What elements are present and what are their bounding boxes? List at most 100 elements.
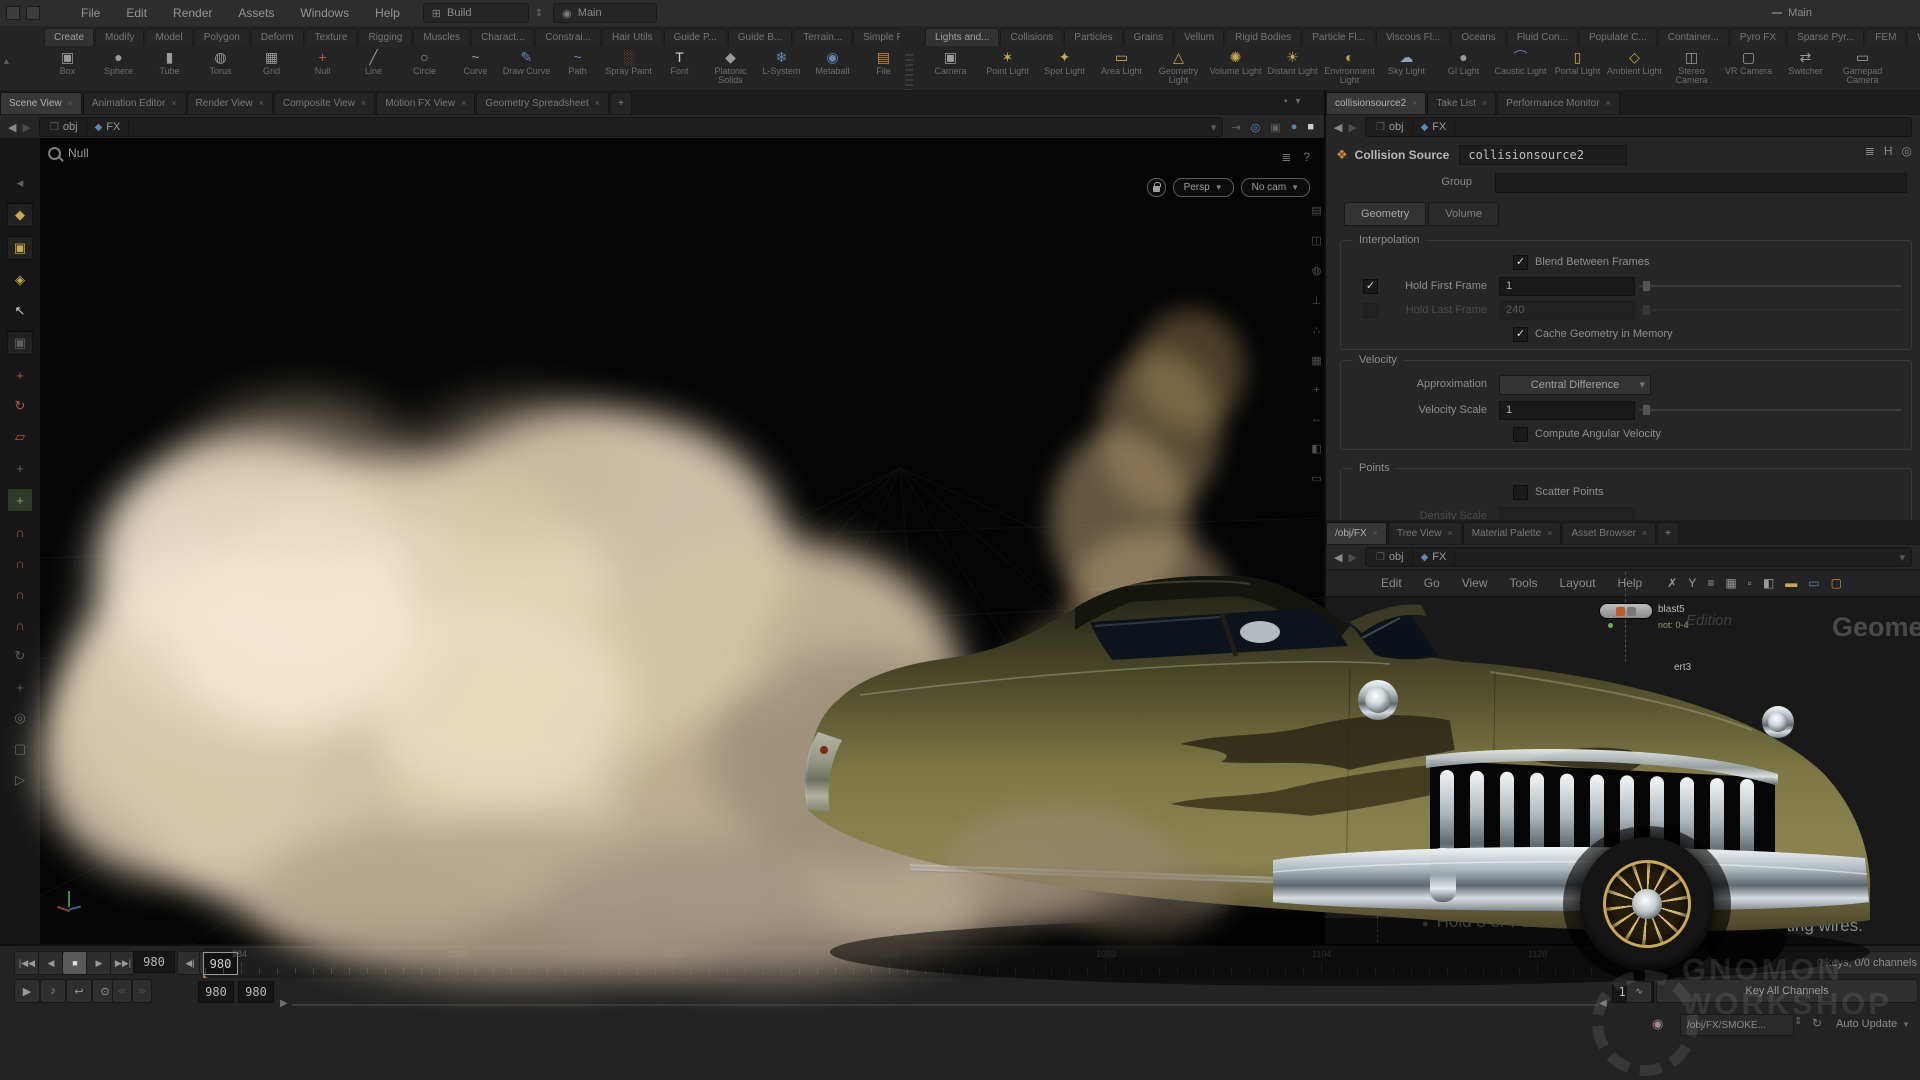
hold-badge[interactable]: H — [1884, 144, 1893, 158]
brain-icon[interactable]: ◉ — [1652, 1016, 1663, 1032]
shelf-tab[interactable]: Collisions — [1000, 28, 1063, 46]
shelf-tab[interactable]: Fluid Con... — [1507, 28, 1578, 46]
key-all-channels-button[interactable]: Key All Channels — [1656, 979, 1918, 1003]
approximation-dropdown[interactable]: Central Difference — [1499, 375, 1651, 395]
shelf-tool[interactable]: ▣ Box — [42, 47, 93, 89]
shelf-tool[interactable]: ~ Curve — [450, 47, 501, 89]
shelf-collapse-icon[interactable]: ▲ — [2, 56, 11, 66]
shelf-tool[interactable]: ◆ Platonic Solids — [705, 47, 756, 89]
pane-tab[interactable]: Scene View× — [0, 92, 82, 114]
pane-tab[interactable]: + — [1657, 522, 1679, 544]
close-icon[interactable]: × — [1547, 523, 1552, 544]
snapshot-icon[interactable]: ▢ — [8, 738, 32, 760]
shelf-tool[interactable]: ▣ Camera — [922, 47, 979, 89]
pane-swatch-icon[interactable]: ▪ — [1284, 96, 1288, 107]
shelf-tab[interactable]: Rigid Bodies — [1225, 28, 1301, 46]
shelf-tool[interactable]: ◐ Environment Light — [1321, 47, 1378, 89]
shelf-tab[interactable]: Lights and... — [925, 28, 999, 46]
shelf-tool[interactable]: ~ Path — [552, 47, 603, 89]
hold-first-slider[interactable] — [1639, 285, 1901, 287]
shelf-tool[interactable]: ● Sphere — [93, 47, 144, 89]
loop-icon[interactable]: ↩ — [66, 979, 92, 1003]
range-limit-icon[interactable]: ≫ — [132, 979, 152, 1003]
pane-tab[interactable]: Geometry Spreadsheet× — [476, 92, 609, 114]
hold-last-slider[interactable] — [1639, 309, 1901, 311]
breadcrumb-obj[interactable]: ❒obj — [42, 119, 87, 135]
shelf-tab[interactable]: Wires — [1907, 28, 1920, 46]
shelf-tool[interactable]: ✺ Volume Light — [1207, 47, 1264, 89]
node-attribdelete1[interactable] — [1352, 900, 1404, 914]
back-icon[interactable]: ◀ — [8, 121, 16, 134]
menu-item[interactable]: Help — [362, 0, 413, 26]
shelf-tab[interactable]: Rigging — [358, 28, 412, 46]
shelf-tool[interactable]: ▢ VR Camera — [1720, 47, 1777, 89]
updown-icon[interactable]: ⇕ — [535, 8, 543, 19]
close-icon[interactable]: × — [1606, 93, 1611, 114]
menu-item[interactable]: Help — [1607, 576, 1654, 590]
wrench-icon[interactable]: ✗ — [1667, 576, 1677, 590]
operation-bar[interactable]: Null — [48, 146, 89, 160]
shelf-tab[interactable]: Container... — [1658, 28, 1729, 46]
pane-tab[interactable]: Motion FX View× — [376, 92, 475, 114]
menu-item[interactable]: Go — [1413, 576, 1451, 590]
tree-icon[interactable]: Y — [1688, 576, 1696, 590]
shelf-tool[interactable]: ✎ Draw Curve — [501, 47, 552, 89]
shelf-tool[interactable]: ▭ Area Light — [1093, 47, 1150, 89]
close-icon[interactable]: × — [171, 93, 176, 114]
param-tab[interactable]: Geometry — [1344, 202, 1426, 226]
breadcrumb-obj[interactable]: ❒obj — [1368, 119, 1413, 135]
close-icon[interactable]: × — [68, 93, 73, 114]
current-frame-field[interactable]: 980 — [133, 951, 175, 973]
pane-tab[interactable]: collisionsource2× — [1326, 92, 1426, 114]
forward-icon[interactable]: ▶ — [1348, 551, 1356, 564]
scoped-channels-field[interactable]: /obj/FX/SMOKE... — [1680, 1014, 1794, 1036]
shelf-tab[interactable]: Simple FX — [853, 28, 900, 46]
shelf-tab[interactable]: Vellum — [1174, 28, 1224, 46]
shelf-tool[interactable]: ○ Circle — [399, 47, 450, 89]
shelf-set-selector[interactable]: ⊞ Build — [423, 3, 529, 23]
view-pan-icon[interactable]: + — [8, 676, 32, 698]
cube-icon[interactable]: ▣ — [1270, 121, 1280, 134]
path-dropdown-icon[interactable]: ▾ — [1211, 121, 1223, 134]
shelf-tab[interactable]: Muscles — [413, 28, 470, 46]
pane-tab[interactable]: Render View× — [187, 92, 273, 114]
shelf-tab[interactable]: Sparse Pyr... — [1787, 28, 1864, 46]
close-icon[interactable]: × — [461, 93, 466, 114]
screen-icon[interactable]: ▭ — [1808, 576, 1819, 590]
hold-last-field[interactable]: 240 — [1499, 301, 1635, 320]
node-blast5[interactable] — [1600, 604, 1652, 618]
shelf-tool[interactable]: ◍ Torus — [195, 47, 246, 89]
recook-icon[interactable]: ↻ — [1812, 1016, 1822, 1030]
breadcrumb-fx[interactable]: ◆FX — [1413, 549, 1456, 565]
secure-selection-icon[interactable]: ▣ — [7, 331, 33, 355]
density-field[interactable] — [1499, 507, 1635, 520]
wireframe-icon[interactable]: ◫ — [1311, 234, 1321, 247]
shelf-tool[interactable]: ✶ Point Light — [979, 47, 1036, 89]
angular-checkbox[interactable] — [1513, 427, 1528, 442]
shelf-tool[interactable]: ◫ Stereo Camera — [1663, 47, 1720, 89]
translate-tool-icon[interactable]: + — [8, 364, 32, 386]
follow-playbar-icon[interactable]: ▶ — [14, 979, 40, 1003]
pin-icon[interactable]: ⇥ — [1231, 121, 1240, 134]
menu-item[interactable]: View — [1451, 576, 1499, 590]
shelf-tool[interactable]: ▤ File — [858, 47, 900, 89]
pane-icon[interactable] — [6, 6, 20, 20]
select-tool-icon[interactable]: ↖ — [8, 300, 32, 322]
range-limit-icon[interactable]: ≪ — [112, 979, 132, 1003]
back-icon[interactable]: ◀ — [1334, 551, 1342, 564]
shelf-tab[interactable]: Particles — [1064, 28, 1122, 46]
param-tab[interactable]: Volume — [1428, 202, 1499, 226]
objects-mode-icon[interactable]: ▣ — [7, 236, 33, 260]
pane-tab[interactable]: + — [610, 92, 632, 114]
shelf-tool[interactable]: ░ Spray Paint — [603, 47, 654, 89]
note-icon[interactable]: ▬ — [1785, 576, 1797, 590]
shelf-tool[interactable]: ▦ Grid — [246, 47, 297, 89]
pane-menu-arrow-icon[interactable]: ▾ — [1296, 96, 1301, 107]
crate-icon[interactable]: ▢ — [1831, 576, 1842, 590]
close-icon[interactable]: × — [1373, 523, 1378, 544]
menu-item[interactable]: Edit — [113, 0, 160, 26]
shelf-tab[interactable]: Oceans — [1451, 28, 1505, 46]
shelf-tab[interactable]: Deform — [251, 28, 304, 46]
pose-tool-icon[interactable]: + — [8, 457, 32, 479]
menu-item[interactable]: Windows — [287, 0, 362, 26]
